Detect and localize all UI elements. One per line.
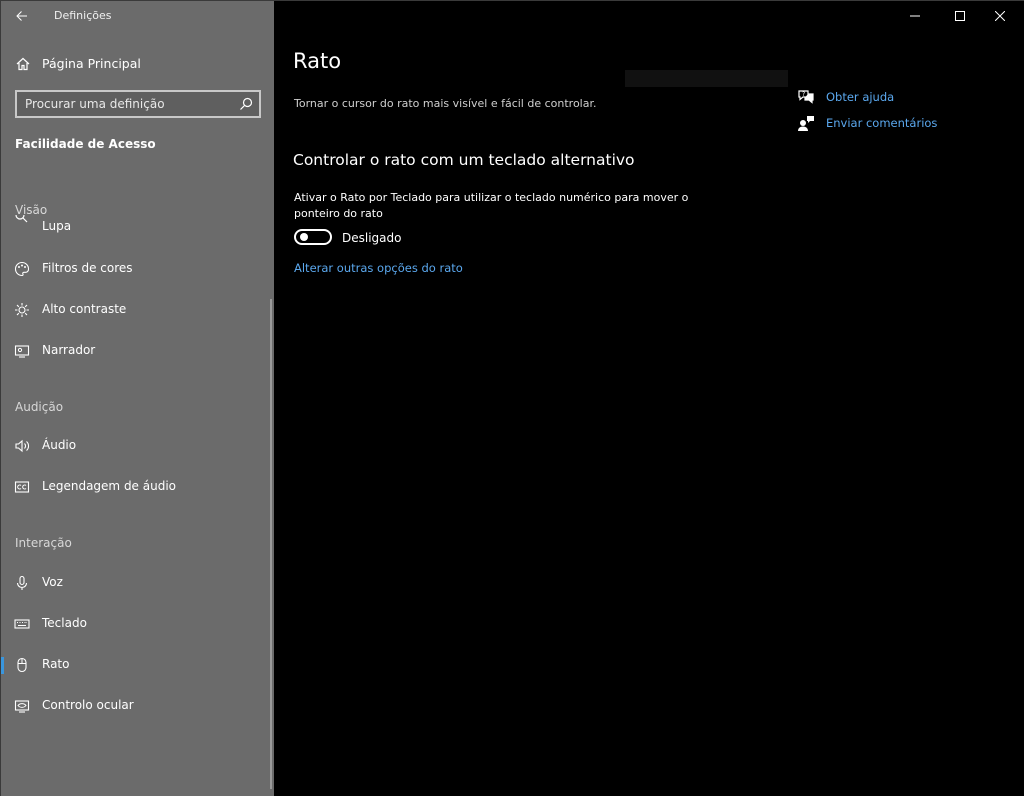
sidebar-item-teclado[interactable]: Teclado: [1, 609, 269, 639]
toggle-knob: [300, 233, 308, 241]
narrator-icon: [14, 345, 30, 358]
main-content: Rato Tornar o cursor do rato mais visíve…: [274, 1, 1024, 796]
toggle-state-label: Desligado: [342, 231, 402, 245]
selection-indicator: [1, 657, 4, 674]
speaker-icon: [15, 439, 29, 453]
svg-text:?: ?: [802, 91, 805, 98]
help-chat-icon: ?: [798, 90, 814, 104]
close-icon: [995, 11, 1005, 21]
sidebar-item-label: Filtros de cores: [42, 261, 133, 275]
page-title: Rato: [293, 49, 342, 73]
home-nav-item[interactable]: Página Principal: [1, 51, 274, 77]
mouse-keys-toggle[interactable]: [294, 229, 332, 245]
closed-captions-icon: [14, 481, 30, 493]
maximize-button[interactable]: [940, 1, 980, 31]
sidebar-item-label: Rato: [42, 657, 70, 671]
back-arrow-icon: [16, 11, 27, 21]
minimize-button[interactable]: [895, 1, 935, 31]
search-icon[interactable]: [239, 97, 253, 111]
eye-control-icon: [14, 700, 30, 713]
send-feedback-label: Enviar comentários: [826, 116, 938, 130]
maximize-icon: [955, 11, 965, 21]
keyboard-icon: [14, 619, 30, 629]
get-help-label: Obter ajuda: [826, 90, 895, 104]
sidebar-item-label: Alto contraste: [42, 302, 127, 316]
section-heading: Facilidade de Acesso: [15, 137, 156, 151]
home-label: Página Principal: [42, 56, 141, 71]
sidebar-item-label: Controlo ocular: [42, 698, 134, 712]
sun-icon: [15, 303, 29, 317]
sidebar-item-filtros-de-cores[interactable]: Filtros de cores: [1, 254, 269, 284]
sidebar-item-label: Narrador: [42, 343, 96, 357]
magnifier-icon: [15, 215, 28, 223]
close-button[interactable]: [980, 1, 1020, 31]
search-input[interactable]: [25, 95, 225, 113]
sidebar-item-label: Teclado: [42, 616, 87, 630]
sidebar-item-audio[interactable]: Áudio: [1, 431, 269, 461]
mouse-icon: [17, 657, 27, 673]
sidebar-item-alto-contraste[interactable]: Alto contraste: [1, 295, 269, 325]
sidebar-item-controlo-ocular[interactable]: Controlo ocular: [1, 691, 269, 721]
window-controls: [895, 1, 1024, 31]
palette-icon: [14, 261, 30, 277]
sidebar-item-label: Áudio: [42, 438, 77, 452]
app-title: Definições: [54, 9, 112, 22]
sidebar-item-label: Voz: [42, 575, 63, 589]
group-label-interacao: Interação: [15, 536, 72, 550]
group-label-audicao: Audição: [15, 400, 64, 414]
sidebar-item-voz[interactable]: Voz: [1, 568, 269, 598]
minimize-icon: [910, 15, 920, 17]
sidebar: Definições Página Principal Facilidade d…: [1, 1, 274, 796]
back-button[interactable]: [9, 5, 35, 27]
sidebar-scrollbar[interactable]: [270, 299, 272, 789]
sidebar-item-legendagem[interactable]: Legendagem de áudio: [1, 472, 269, 502]
section-title: Controlar o rato com um teclado alternat…: [293, 151, 635, 169]
page-description: Tornar o cursor do rato mais visível e f…: [294, 97, 597, 110]
search-box[interactable]: [15, 90, 261, 118]
sidebar-item-rato[interactable]: Rato: [1, 650, 269, 680]
sidebar-item-label: Lupa: [42, 219, 72, 233]
title-bar: Definições: [1, 1, 274, 31]
feedback-person-icon: [798, 116, 814, 131]
other-mouse-options-link[interactable]: Alterar outras opções do rato: [294, 261, 463, 275]
sidebar-item-narrador[interactable]: Narrador: [1, 336, 269, 366]
sidebar-item-lupa[interactable]: Lupa: [1, 215, 269, 235]
settings-window: Definições Página Principal Facilidade d…: [0, 0, 1024, 796]
overlay-bar: [625, 70, 788, 87]
sidebar-item-label: Legendagem de áudio: [42, 479, 177, 493]
setting-description: Ativar o Rato por Teclado para utilizar …: [294, 191, 689, 220]
microphone-icon: [16, 575, 28, 590]
home-icon: [16, 57, 30, 71]
